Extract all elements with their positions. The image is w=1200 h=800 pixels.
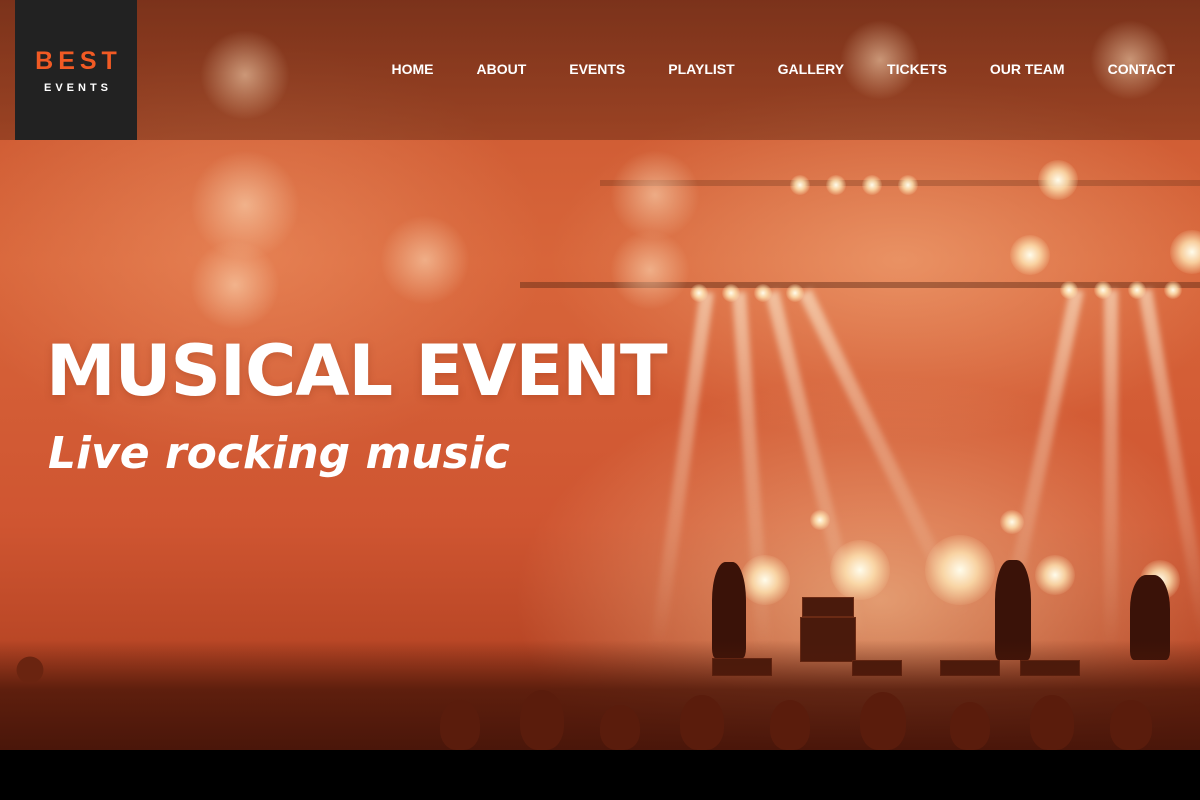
crowd-head	[520, 690, 564, 750]
bokeh-light	[190, 240, 280, 330]
nav-about[interactable]: ABOUT	[476, 61, 526, 77]
crowd-head	[680, 695, 724, 750]
stage-light	[740, 555, 790, 605]
bokeh-light	[840, 20, 920, 100]
stage-light	[790, 175, 810, 195]
nav-playlist[interactable]: PLAYLIST	[668, 61, 734, 77]
stage-light	[1060, 281, 1078, 299]
nav-events[interactable]: EVENTS	[569, 61, 625, 77]
stage-light	[722, 284, 740, 302]
bottom-bar	[0, 750, 1200, 800]
bokeh-light	[610, 150, 700, 240]
stage-light	[1170, 230, 1200, 274]
crowd-head	[600, 705, 640, 750]
nav-gallery[interactable]: GALLERY	[778, 61, 844, 77]
crowd-head	[860, 692, 906, 750]
crowd-head	[440, 700, 480, 750]
stage-light	[1038, 160, 1078, 200]
stage-light	[810, 510, 830, 530]
stage-light	[1000, 510, 1024, 534]
stage-light	[830, 540, 890, 600]
crowd-head	[1030, 695, 1074, 750]
stage-light	[1035, 555, 1075, 595]
nav-home[interactable]: HOME	[391, 61, 433, 77]
bokeh-light	[380, 215, 470, 305]
bokeh-light	[200, 30, 290, 120]
stage-light	[898, 175, 918, 195]
nav-tickets[interactable]: TICKETS	[887, 61, 947, 77]
crowd-head	[950, 702, 990, 750]
nav-our-team[interactable]: OUR TEAM	[990, 61, 1065, 77]
stage-light	[1128, 281, 1146, 299]
stage-light	[862, 175, 882, 195]
stage-light	[786, 284, 804, 302]
crowd-head	[770, 700, 810, 750]
stage-light	[826, 175, 846, 195]
bokeh-light	[610, 230, 690, 310]
hero-title: MUSICAL EVENT	[46, 330, 668, 412]
main-navigation: HOME ABOUT EVENTS PLAYLIST GALLERY TICKE…	[348, 61, 1175, 77]
hero-subtitle: Live rocking music	[48, 428, 510, 479]
light-beam	[1104, 290, 1118, 650]
stage-light	[1164, 281, 1182, 299]
stage-light	[754, 284, 772, 302]
amplifier	[802, 597, 854, 617]
brand-tagline: EVENTS	[43, 81, 112, 94]
stage-light	[1094, 281, 1112, 299]
brand-logo[interactable]: BEST EVENTS	[15, 0, 137, 140]
crowd-head	[1110, 700, 1152, 750]
stage-light	[690, 284, 708, 302]
stage-light	[1010, 235, 1050, 275]
nav-contact[interactable]: CONTACT	[1108, 61, 1175, 77]
bokeh-light	[1090, 20, 1170, 100]
brand-name: BEST	[35, 46, 122, 75]
stage-light	[925, 535, 995, 605]
